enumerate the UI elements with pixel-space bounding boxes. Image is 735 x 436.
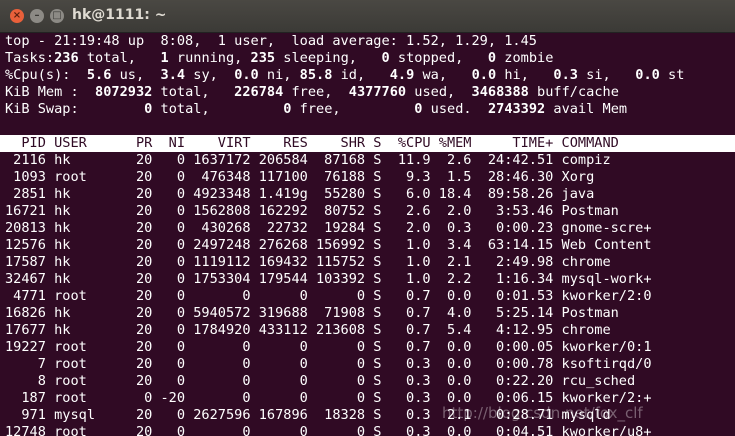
watermark: http://blog.csdn.net/fox_clf [442,404,643,422]
summary-value: 0.0 [627,67,660,83]
summary-label: KiB Mem : [5,84,87,100]
close-button[interactable]: × [10,9,24,23]
summary-label: total, [152,84,218,100]
process-row: 16721 hk 20 0 1562808 162292 80752 S 2.6… [5,203,619,219]
summary-label: running, [168,50,251,66]
summary-label: used. [422,101,480,117]
process-row: 16826 hk 20 0 5940572 319688 71908 S 0.7… [5,305,619,321]
process-row: 17587 hk 20 0 1119112 169432 115752 S 1.… [5,254,611,270]
summary-label: %Cpu(s): [5,67,71,83]
summary-value: 0.3 [545,67,578,83]
summary-value: 235 [250,50,276,66]
process-row: 1093 root 20 0 476348 117100 76188 S 9.3… [5,169,595,185]
cpu-line: %Cpu(s): 5.6 us, 3.4 sy, 0.0 ni, 85.8 id… [5,67,684,84]
summary-value: 3468388 [463,84,529,100]
summary-label: sleeping, [275,50,382,66]
summary-value: 0 [381,50,390,66]
summary-value: 5.6 [70,67,112,83]
summary-label: si, [578,67,628,83]
process-row: 8 root 20 0 0 0 0 S 0.3 0.0 0:22.20 rcu_… [5,373,636,389]
summary-value: 0.0 [463,67,497,83]
summary-label: zombie [496,50,554,66]
terminal-output[interactable]: top - 21:19:48 up 8:08, 1 user, load ave… [0,33,735,436]
summary-label: total, [152,101,218,117]
summary-label: free, [283,84,341,100]
terminal-window: × – □ hk@1111: ~ top - 21:19:48 up 8:08,… [0,0,735,436]
maximize-button[interactable]: □ [50,9,64,23]
process-row: 2116 hk 20 0 1637172 206584 87168 S 11.9… [5,152,611,168]
process-row: 4771 root 20 0 0 0 0 S 0.7 0.0 0:01.53 k… [5,288,652,304]
summary-value: 236 [54,50,79,66]
column-header: PID USER PR NI VIRT RES SHR S %CPU %MEM … [5,135,619,151]
summary-value: 0 [348,101,423,117]
summary-value: 3.4 [152,67,186,83]
summary-label: ni, [258,67,300,83]
uptime-line: top - 21:19:48 up 8:08, 1 user, load ave… [5,33,537,49]
summary-label: used, [406,84,464,100]
summary-label: total, [78,50,161,66]
summary-label: wa, [414,67,464,83]
process-row: 32467 hk 20 0 1753304 179544 103392 S 1.… [5,271,652,287]
process-row: 12748 root 20 0 0 0 0 S 0.3 0.0 0:04.51 … [5,424,652,436]
summary-value: 85.8 [299,67,333,83]
summary-label: hi, [496,67,546,83]
process-row: 17677 hk 20 0 1784920 433112 213608 S 0.… [5,322,611,338]
summary-value: 0 [78,101,153,117]
summary-value: 0 [217,101,292,117]
summary-label: st [659,67,685,83]
window-title: hk@1111: ~ [72,7,167,23]
summary-value: 4.9 [381,67,415,83]
summary-label: us, [111,67,153,83]
summary-label: id, [332,67,382,83]
summary-label: avail Mem [545,101,628,117]
summary-value: 4377760 [340,84,407,100]
tasks-line: Tasks:236 total, 1 running, 235 sleeping… [5,50,553,67]
summary-value: 0 [487,50,497,66]
summary-value: 226784 [217,84,284,100]
process-row: 19227 root 20 0 0 0 0 S 0.7 0.0 0:00.05 … [5,339,652,355]
process-row: 20813 hk 20 0 430268 22732 19284 S 2.0 0… [5,220,652,236]
title-bar[interactable]: × – □ hk@1111: ~ [0,0,735,33]
summary-value: 8072932 [86,84,153,100]
swap-line: KiB Swap: 0 total, 0 free, 0 used. 27433… [5,101,627,118]
mem-line: KiB Mem : 8072932 total, 226784 free, 43… [5,84,619,101]
summary-value: 1 [160,50,169,66]
process-row: 12576 hk 20 0 2497248 276268 156992 S 1.… [5,237,652,253]
summary-label: KiB Swap: [5,101,79,117]
minimize-button[interactable]: – [30,9,44,23]
process-row: 7 root 20 0 0 0 0 S 0.3 0.0 0:00.78 ksof… [5,356,652,372]
summary-label: Tasks: [5,50,55,66]
process-row: 2851 hk 20 0 4923348 1.419g 55280 S 6.0 … [5,186,595,202]
summary-value: 2743392 [479,101,546,117]
summary-label: stopped, [389,50,488,66]
summary-value: 0.0 [234,67,259,83]
summary-label: buff/cache [528,84,619,100]
summary-label: sy, [185,67,235,83]
summary-label: free, [291,101,349,117]
